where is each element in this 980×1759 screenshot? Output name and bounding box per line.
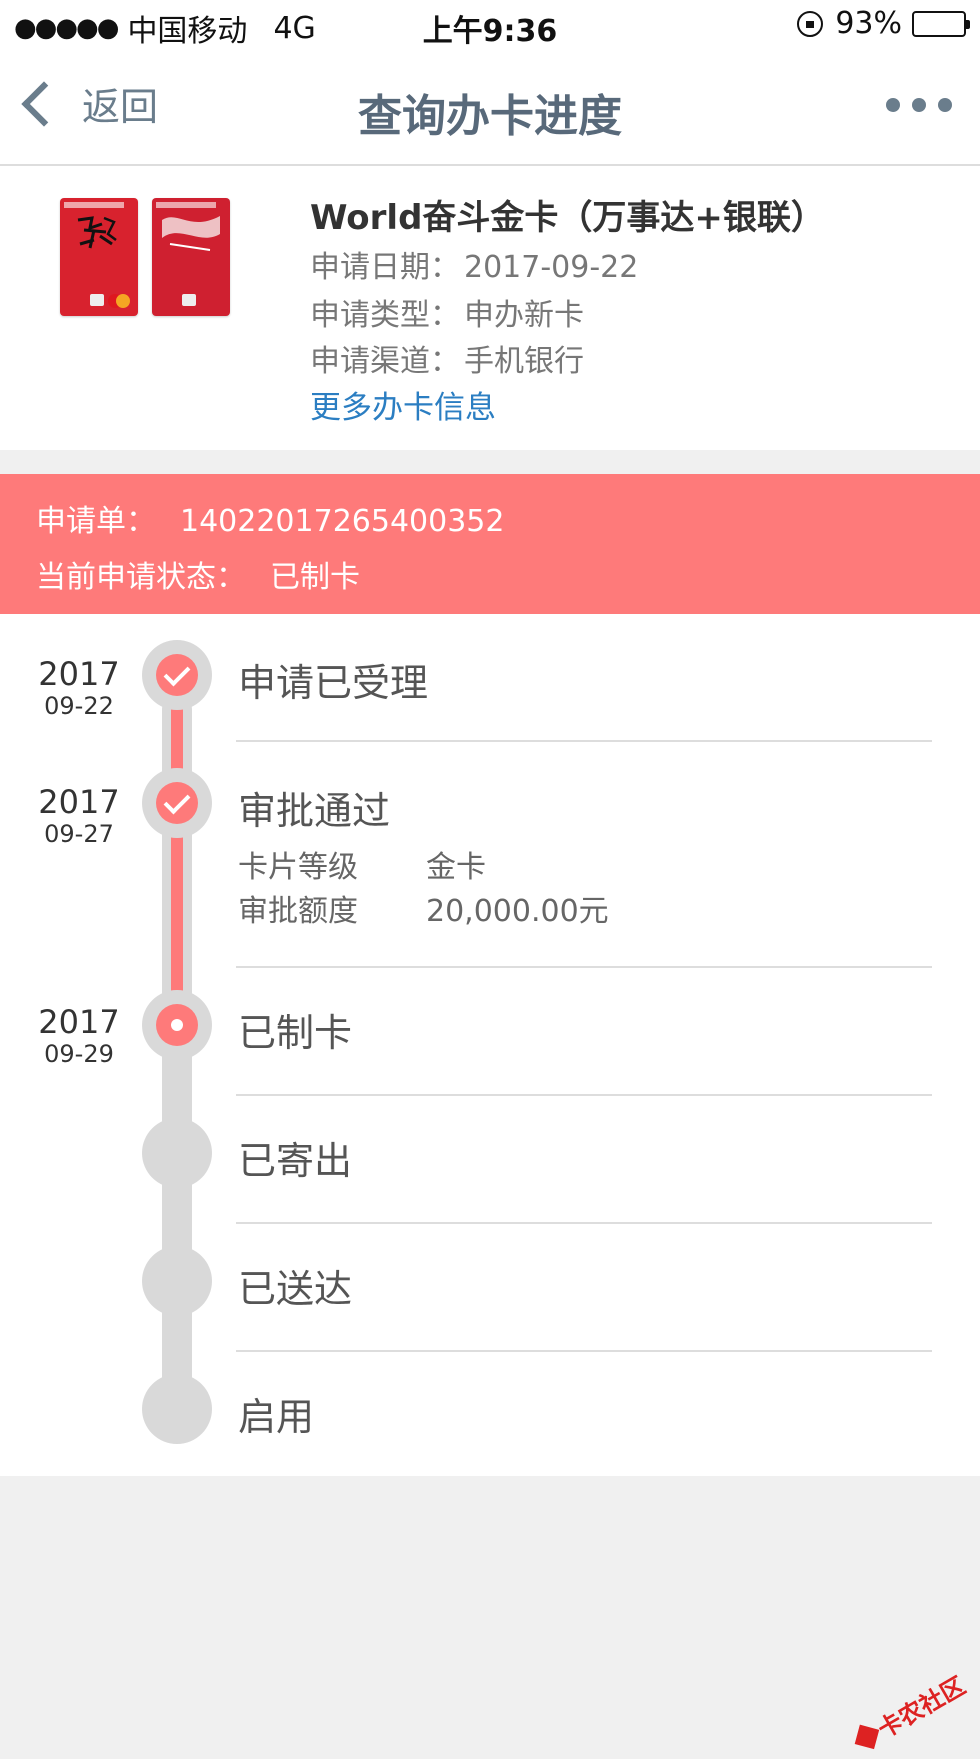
divider [236,966,932,968]
status-row: 当前申请状态： 已制卡 [36,552,360,596]
card-level-value: 金卡 [426,850,486,885]
apply-channel-row: 申请渠道： 手机银行 [310,336,584,380]
divider [236,1222,932,1224]
status-label: 当前申请状态： [36,560,246,595]
bank-logo [64,202,124,208]
step-month-day: 09-27 [44,820,114,848]
card-chip [90,294,104,306]
step-year: 2017 [38,783,120,821]
apply-type-row: 申请类型： 申办新卡 [310,290,584,334]
step-title: 已制卡 [238,1011,353,1055]
page-title: 查询办卡进度 [358,91,622,142]
dot [912,98,926,112]
step-title: 已寄出 [238,1139,353,1183]
watermark-logo-icon [854,1724,879,1749]
step-month-day: 09-22 [44,692,114,720]
battery-icon [912,10,970,37]
divider [236,1094,932,1096]
apply-type-value: 申办新卡 [464,298,584,333]
card-level-label: 卡片等级 [238,850,358,885]
nav-bar: 返回 查询办卡进度 [0,50,980,166]
timeline-progress-track [171,674,183,1040]
progress-timeline: 2017 09-22 申请已受理 2017 09-27 审批通过 卡片等级 金卡 … [0,614,980,1476]
step-year: 2017 [38,655,120,693]
card-level-row: 卡片等级 金卡 [238,842,486,886]
calligraphy-art [77,216,117,249]
apply-date-row: 申请日期： 2017-09-22 [310,242,638,286]
order-label: 申请单： [36,504,156,539]
watermark-text: 卡农社区 [873,1671,971,1744]
more-dots-icon[interactable] [886,98,952,112]
step-title: 审批通过 [238,789,391,833]
application-status-banner: 申请单： 14022017265400352 当前申请状态： 已制卡 [0,474,980,614]
order-row: 申请单： 14022017265400352 [36,496,504,540]
bank-logo [156,202,216,208]
step-date: 2017 09-29 [26,1004,132,1068]
credit-limit-label: 审批额度 [238,894,358,929]
step-title: 启用 [238,1395,315,1439]
order-number: 14022017265400352 [180,504,505,539]
dot [938,98,952,112]
step-title: 申请已受理 [238,661,429,705]
mastercard-logo-2 [116,294,130,308]
step-date: 2017 09-22 [26,656,132,720]
battery-percent: 93% [835,6,902,41]
card-name: World奋斗金卡（万事达+银联） [310,198,825,238]
apply-date-value: 2017-09-22 [464,250,639,285]
divider [236,740,932,742]
more-card-info-link[interactable]: 更多办卡信息 [310,382,496,427]
apply-channel-value: 手机银行 [464,344,584,379]
card-front-image [60,198,138,316]
step-node-pending [142,1374,212,1444]
apply-type-label: 申请类型： [310,298,460,333]
credit-limit-row: 审批额度 20,000.00元 [238,886,609,930]
watermark: 卡农社区 [849,1666,970,1756]
current-dot-icon [171,1019,183,1031]
divider [236,1350,932,1352]
step-title: 已送达 [238,1267,353,1311]
card-art [162,216,220,251]
status-bar: ●●●●● 中国移动 4G 上午9:36 93% [0,0,980,50]
dot [886,98,900,112]
status-right: 93% [797,6,970,41]
step-node-done [142,768,212,838]
apply-channel-label: 申请渠道： [310,344,460,379]
check-icon [163,787,191,815]
status-value: 已制卡 [270,560,360,595]
check-icon [163,659,191,687]
card-info-section: World奋斗金卡（万事达+银联） 申请日期： 2017-09-22 申请类型：申… [0,166,980,450]
step-year: 2017 [38,1003,120,1041]
card-back-image [152,198,230,316]
step-node-done [142,640,212,710]
step-node-pending [142,1118,212,1188]
apply-date-label: 申请日期： [310,250,460,285]
card-chip [182,294,196,306]
credit-limit-value: 20,000.00元 [426,894,609,929]
step-node-current [142,990,212,1060]
step-node-pending [142,1246,212,1316]
lock-rotation-icon [797,10,824,37]
step-date: 2017 09-27 [26,784,132,848]
step-month-day: 09-29 [44,1040,114,1068]
